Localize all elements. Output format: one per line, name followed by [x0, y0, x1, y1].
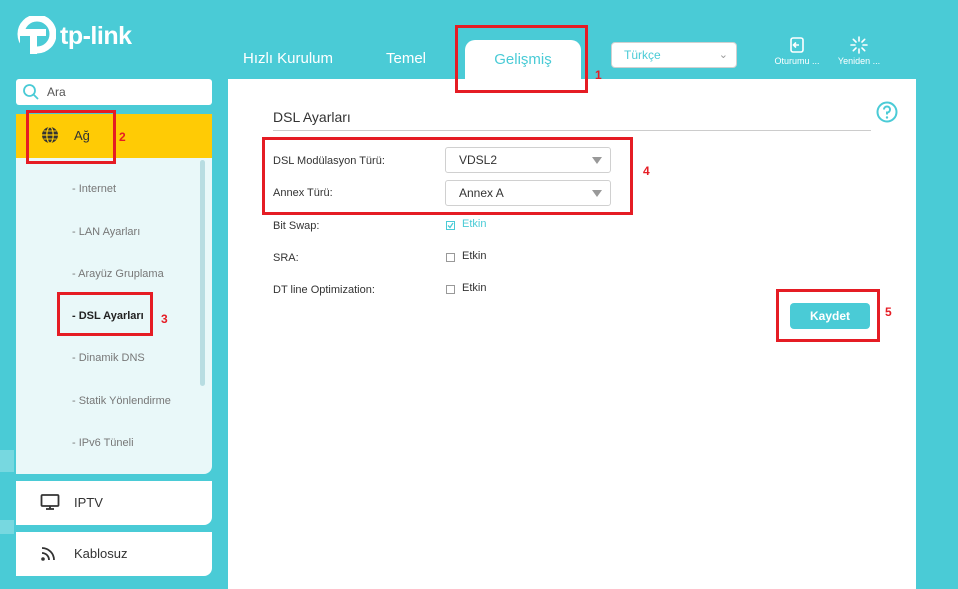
brand-name: tp-link [60, 21, 132, 50]
annotation-box-5 [776, 289, 880, 342]
language-value: Türkçe [624, 48, 661, 62]
sidebar-item-wireless-label: Kablosuz [74, 546, 128, 561]
reboot-label: Yeniden ... [837, 56, 881, 66]
logout-label: Oturumu ... [774, 56, 820, 66]
help-button[interactable] [876, 101, 898, 128]
logout-icon [790, 37, 804, 53]
sidebar-scrollbar[interactable] [200, 160, 205, 386]
annotation-number-2: 2 [119, 130, 126, 144]
search-icon [23, 84, 39, 100]
help-icon [876, 101, 898, 123]
tab-basic[interactable]: Temel [386, 50, 426, 67]
annotation-box-3 [57, 292, 153, 336]
dtline-label: DT line Optimization: [273, 284, 375, 296]
bitswap-checkbox[interactable] [446, 221, 455, 230]
wireless-icon [41, 547, 55, 561]
annotation-number-5: 5 [885, 305, 892, 319]
monitor-icon [40, 494, 60, 510]
section-title: DSL Ayarları [273, 109, 351, 125]
background-decoration [0, 520, 14, 534]
sidebar-subitem-ipv6-tunnel[interactable]: - IPv6 Tüneli [72, 437, 134, 449]
tab-quick-setup[interactable]: Hızlı Kurulum [243, 50, 333, 67]
annotation-box-2 [26, 110, 116, 164]
search-placeholder: Ara [47, 85, 66, 99]
sidebar-item-wireless[interactable]: Kablosuz [16, 532, 212, 576]
tp-link-logo[interactable]: tp-link [16, 16, 132, 56]
sra-label: SRA: [273, 252, 299, 264]
reboot-icon [850, 36, 868, 54]
sidebar-item-iptv-label: IPTV [74, 495, 103, 510]
bitswap-label: Bit Swap: [273, 220, 320, 232]
annotation-number-4: 4 [643, 164, 650, 178]
annotation-number-3: 3 [161, 312, 168, 326]
annotation-number-1: 1 [595, 68, 602, 82]
section-divider [273, 130, 871, 131]
language-select[interactable]: Türkçe ⌄ [611, 42, 737, 68]
dtline-checkbox[interactable] [446, 285, 455, 294]
logout-button[interactable]: Oturumu ... [767, 36, 827, 66]
dtline-option-label[interactable]: Etkin [462, 282, 486, 294]
search-input[interactable]: Ara [16, 79, 212, 105]
sidebar-subitem-lan[interactable]: - LAN Ayarları [72, 226, 140, 238]
chevron-down-icon: ⌄ [718, 49, 728, 61]
checkmark-icon [447, 222, 454, 229]
bitswap-option-label[interactable]: Etkin [462, 218, 486, 230]
sidebar-subitem-internet[interactable]: - Internet [72, 183, 116, 195]
sidebar-subitem-ddns[interactable]: - Dinamik DNS [72, 352, 145, 364]
sidebar-item-iptv[interactable]: IPTV [16, 481, 212, 525]
annotation-box-4 [262, 137, 633, 215]
annotation-box-1 [455, 25, 588, 93]
sidebar-subitem-static-routing[interactable]: - Statik Yönlendirme [72, 395, 171, 407]
background-decoration [0, 450, 14, 472]
sra-checkbox[interactable] [446, 253, 455, 262]
sra-option-label[interactable]: Etkin [462, 250, 486, 262]
reboot-button[interactable]: Yeniden ... [829, 36, 889, 66]
tp-link-logo-icon [17, 16, 56, 54]
sidebar-subitem-interface-grouping[interactable]: - Arayüz Gruplama [72, 268, 164, 280]
